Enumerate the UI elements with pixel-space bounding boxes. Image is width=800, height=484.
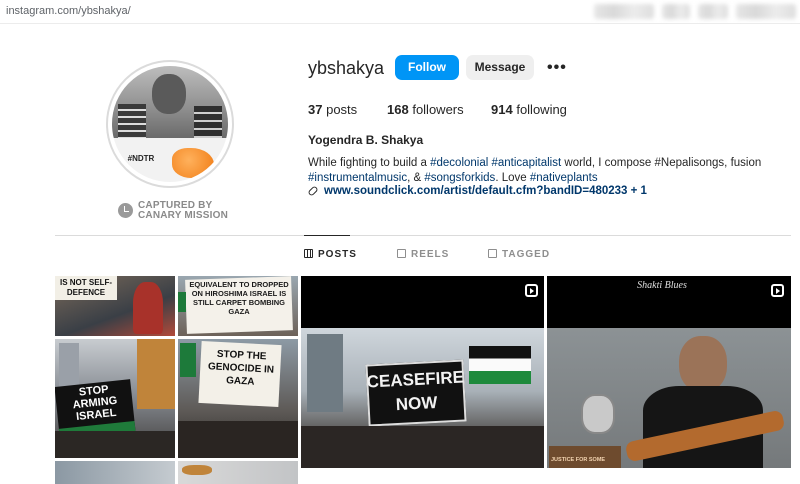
crowd [301, 426, 544, 468]
more-options-icon[interactable]: ••• [547, 59, 567, 77]
profile-username: ybshakya [308, 58, 385, 78]
profile-full-name: Yogendra B. Shakya [308, 133, 424, 147]
blurred-browser-controls [736, 4, 796, 19]
tree [137, 339, 175, 409]
grid-icon [304, 249, 313, 258]
hashtag-link[interactable]: #songsforkids [424, 172, 495, 184]
palestine-flag [469, 346, 531, 384]
follow-button[interactable]: Follow [395, 55, 459, 80]
flag [178, 292, 186, 312]
followers-count[interactable]: 168 followers [387, 102, 464, 117]
reel-thumbnail[interactable]: Shakti Blues JUSTICE FOR SOME [547, 276, 791, 468]
captured-line-2: CANARY MISSION [138, 210, 229, 221]
message-button[interactable]: Message [466, 55, 534, 80]
sign-text: EQUIVALENT TO DROPPED ON HIROSHIMA ISRAE… [189, 280, 289, 316]
tree [307, 334, 343, 412]
book-caption: JUSTICE FOR SOME [551, 457, 606, 463]
post-thumbnail[interactable]: IS NOT SELF-DEFENCE [55, 276, 175, 336]
avatar-person [152, 74, 186, 114]
hashtag-link[interactable]: #nativeplants [530, 172, 598, 184]
following-number: 914 [491, 102, 513, 117]
bio-text: . Love [495, 172, 530, 184]
avatar-orange-logo [172, 148, 214, 178]
bio-text: While fighting to build a [308, 157, 431, 169]
tabs-divider [55, 235, 791, 236]
tab-reels-label: REELS [411, 249, 450, 260]
tab-reels[interactable]: REELS [397, 249, 449, 260]
active-tab-indicator [304, 235, 350, 236]
reels-icon [397, 249, 406, 258]
followers-number: 168 [387, 102, 409, 117]
reel-icon [525, 284, 538, 297]
microphone [581, 394, 615, 434]
reel-icon [771, 284, 784, 297]
tab-tagged[interactable]: TAGGED [488, 249, 550, 260]
following-label: following [516, 102, 567, 117]
post-thumbnail[interactable]: EQUIVALENT TO DROPPED ON HIROSHIMA ISRAE… [178, 276, 298, 336]
bio-text: world, I compose #Nepalisongs, fusion [561, 157, 762, 169]
tab-posts-label: POSTS [318, 249, 357, 260]
sign-text: STOP THE GENOCIDE IN GAZA [207, 348, 275, 388]
avatar-books [194, 106, 222, 138]
hashtag-link[interactable]: #anticapitalist [492, 157, 562, 169]
crowd [55, 431, 175, 458]
url-text[interactable]: instagram.com/ybshakya/ [6, 5, 131, 17]
bio-text: , & [407, 172, 425, 184]
leaves [182, 465, 212, 475]
tagged-icon [488, 249, 497, 258]
sign-text: CEASEFIRE NOW [366, 367, 465, 415]
following-count[interactable]: 914 following [491, 102, 567, 117]
post-thumbnail[interactable] [178, 461, 298, 484]
flag [180, 343, 196, 377]
reel-thumbnail[interactable]: CEASEFIRE NOW [301, 276, 544, 468]
canary-mission-icon [118, 203, 133, 218]
hashtag-link[interactable]: #instrumentalmusic [308, 172, 407, 184]
blurred-browser-controls [698, 4, 728, 19]
blurred-browser-controls [662, 4, 690, 19]
post-thumbnail[interactable]: STOP THE GENOCIDE IN GAZA [178, 339, 298, 458]
browser-url-bar[interactable]: instagram.com/ybshakya/ [0, 0, 800, 24]
avatar-photo: #NDTR [112, 66, 228, 182]
protester [133, 282, 163, 334]
posts-number: 37 [308, 102, 323, 117]
sign-text: IS NOT SELF-DEFENCE [60, 278, 112, 297]
followers-label: followers [412, 102, 464, 117]
hashtag-link[interactable]: #decolonial [430, 157, 488, 169]
profile-bio: While fighting to build a #decolonial #a… [308, 156, 768, 186]
post-thumbnail[interactable]: STOP ARMING ISRAEL [55, 339, 175, 458]
captured-watermark: CAPTURED BY CANARY MISSION [118, 201, 248, 221]
crowd [178, 421, 298, 458]
post-thumbnail[interactable] [55, 461, 175, 484]
profile-avatar[interactable]: #NDTR [106, 60, 234, 188]
website-url[interactable]: www.soundclick.com/artist/default.cfm?ba… [324, 185, 647, 197]
link-icon [307, 185, 319, 197]
profile-website-link[interactable]: www.soundclick.com/artist/default.cfm?ba… [307, 185, 647, 197]
musician-head [679, 336, 727, 392]
tab-tagged-label: TAGGED [502, 249, 551, 260]
tab-posts[interactable]: POSTS [304, 249, 357, 260]
posts-label: posts [326, 102, 358, 117]
avatar-hashtag: #NDTR [127, 154, 155, 163]
avatar-books [118, 104, 146, 138]
blurred-browser-controls [594, 4, 654, 19]
posts-count: 37 posts [308, 102, 357, 117]
reel-title: Shakti Blues [637, 280, 687, 291]
